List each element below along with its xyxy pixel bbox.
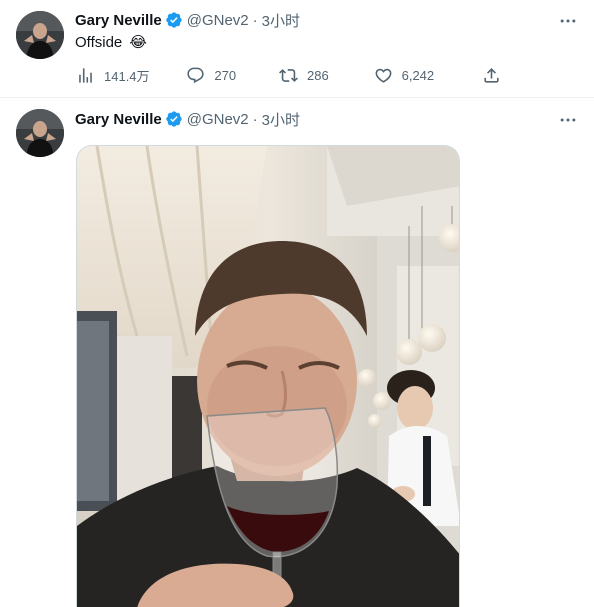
reply-count: 270 (214, 67, 237, 83)
tweet[interactable]: Gary Neville @GNev2 · 3小时 (0, 98, 594, 607)
more-options-button[interactable] (556, 9, 580, 33)
author-name[interactable]: Gary Neville (75, 111, 162, 128)
more-dots-icon (560, 19, 576, 23)
retweet-icon (279, 68, 298, 82)
tweet-text: Offside 😂 (75, 33, 147, 53)
speech-bubble-icon (187, 67, 204, 83)
reply-button[interactable]: 270 (186, 66, 279, 85)
timestamp[interactable]: 3小时 (262, 10, 300, 31)
bar-chart-icon (79, 67, 92, 83)
tweet-header: Gary Neville @GNev2 · 3小时 (75, 9, 300, 31)
tweet-text-content: Offside (75, 34, 123, 51)
avatar-image (16, 109, 64, 157)
separator-dot: · (252, 110, 258, 128)
like-button[interactable]: 6,242 (374, 66, 482, 85)
retweet-button[interactable]: 286 (279, 66, 374, 85)
tweet-photo[interactable] (76, 145, 460, 607)
views-count: 141.4万 (104, 68, 150, 84)
more-dots-icon (560, 118, 576, 122)
author-handle[interactable]: @GNev2 (187, 111, 249, 128)
avatar[interactable] (16, 109, 64, 157)
laughing-tears-emoji: 😂 (129, 34, 147, 51)
like-count: 6,242 (401, 67, 435, 83)
more-options-button[interactable] (556, 108, 580, 132)
tweet-actions: 141.4万 270 286 6,242 (70, 62, 510, 88)
separator-dot: · (252, 11, 258, 29)
verified-badge-icon (166, 12, 182, 28)
verified-badge-icon (166, 111, 182, 127)
retweet-count: 286 (307, 67, 329, 83)
tweet-header: Gary Neville @GNev2 · 3小时 (75, 108, 300, 130)
views-button[interactable]: 141.4万 (76, 66, 186, 85)
tweet[interactable]: Gary Neville @GNev2 · 3小时 Offside 😂 141.… (0, 0, 594, 98)
heart-icon (375, 68, 392, 83)
author-handle[interactable]: @GNev2 (187, 12, 249, 29)
avatar-image (16, 11, 64, 59)
author-name[interactable]: Gary Neville (75, 12, 162, 29)
upload-icon (484, 67, 499, 83)
timestamp[interactable]: 3小时 (262, 109, 300, 130)
share-button[interactable] (482, 66, 510, 85)
avatar[interactable] (16, 11, 64, 59)
photo-image (77, 146, 459, 607)
